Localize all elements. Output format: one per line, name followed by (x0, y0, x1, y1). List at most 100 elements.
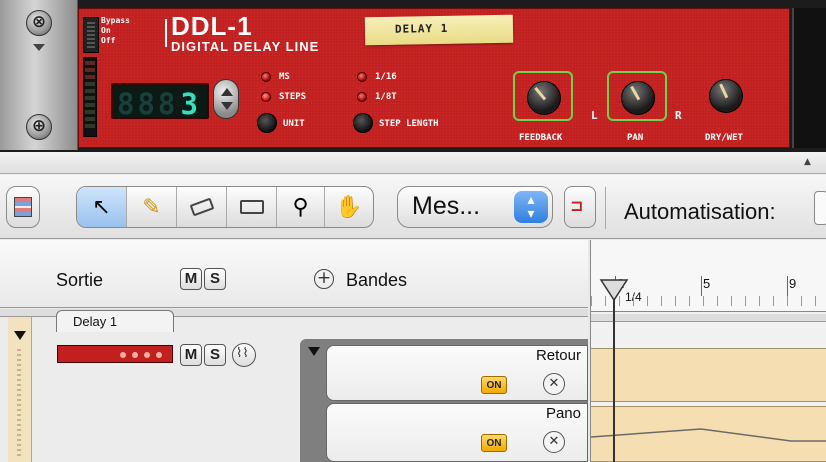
track-solo-button[interactable]: S (204, 344, 226, 366)
lane-name: Retour (535, 347, 581, 364)
on-label: On (101, 26, 111, 35)
patch-name-tape[interactable]: DELAY 1 (364, 14, 514, 46)
pan-label: PAN (627, 133, 644, 143)
rack-rail-left: ⊗ ⊕ (0, 0, 78, 150)
lcd-value: 3 (180, 87, 201, 121)
lcd-ghost-digits: 888 (117, 87, 179, 121)
screw-icon: ⊕ (26, 114, 52, 140)
collapse-lanes-icon[interactable] (308, 347, 320, 356)
fold-arrow-icon[interactable] (33, 44, 45, 51)
snap-toggle-button[interactable]: ⊐ (564, 186, 596, 228)
toolbar-separator (605, 187, 606, 229)
level-meter (83, 57, 97, 137)
step-length-label: STEP LENGTH (379, 119, 439, 129)
bar-tick (701, 276, 702, 296)
resize-handle-icon[interactable]: ▲ (804, 157, 811, 167)
razor-icon (239, 200, 264, 214)
dry-wet-label: DRY/WET (705, 133, 743, 143)
device-thumbnail[interactable] (57, 345, 173, 363)
ms-led (261, 72, 271, 82)
automation-button[interactable]: ⌇⌇ (232, 343, 256, 367)
collapse-track-icon[interactable] (14, 331, 26, 340)
splitter-bar[interactable]: ▲ (0, 152, 826, 174)
arrow-pointer-icon: ↖ (92, 194, 111, 220)
track-list-toggle-button[interactable] (6, 186, 40, 228)
track-name: Delay 1 (73, 314, 118, 329)
snap-icon: ⊐ (570, 196, 584, 215)
automation-label: Automatisation: (624, 199, 776, 224)
snap-value: Mes... (412, 192, 481, 220)
razor-tool[interactable] (227, 187, 277, 227)
dry-wet-knob-cap (709, 79, 743, 113)
bar-number: 5 (703, 276, 711, 291)
track-mute-button[interactable]: M (180, 344, 202, 366)
remove-lane-icon[interactable]: ✕ (543, 373, 565, 395)
remove-lane-icon[interactable]: ✕ (543, 431, 565, 453)
lane-on-button[interactable]: ON (481, 376, 507, 394)
hand-tool[interactable]: ✋ (325, 187, 373, 227)
track-name-tab[interactable]: Delay 1 (56, 310, 174, 332)
eraser-icon (189, 197, 214, 217)
master-solo-button[interactable]: S (204, 268, 226, 290)
retour-automation-lane[interactable] (591, 348, 826, 402)
delay-time-spinner[interactable] (213, 79, 239, 119)
playhead-marker-icon[interactable] (599, 278, 629, 302)
ddl1-device-panel: Bypass On Off DDL-1 DIGITAL DELAY LINE D… (78, 8, 790, 148)
step-1-16-led (357, 72, 367, 82)
pan-knob[interactable] (607, 71, 667, 121)
feedback-knob[interactable] (513, 71, 573, 121)
arrangement-timeline[interactable]: 1 1/4 5 9 (590, 240, 826, 462)
steps-led (261, 92, 271, 102)
eraser-tool[interactable] (177, 187, 227, 227)
lane-name: Pano (545, 405, 581, 422)
bypass-label: Bypass (101, 16, 130, 25)
popup-arrows-icon: ▴ ▾ (514, 191, 548, 223)
arrow-tool[interactable]: ↖ (77, 187, 127, 227)
lane-pano: Pano ON ✕ (326, 403, 588, 462)
pan-left-label: L (591, 109, 598, 122)
track-list: Delay 1 M S ⌇⌇ Retour ON ✕ Pano ON ✕ (0, 309, 588, 462)
device-title: DDL-1 (171, 11, 253, 41)
bypass-labels: Bypass On Off (101, 16, 130, 46)
track-list-icon (14, 197, 32, 217)
sequencer-toolbar: ↖ ✎ ⚲ ✋ Mes... ▴ ▾ ⊐ Automatisation: (0, 175, 826, 239)
zoom-tool[interactable]: ⚲ (277, 187, 325, 227)
pencil-tool[interactable]: ✎ (127, 187, 177, 227)
tracks-header: Sortie M S + Bandes (0, 240, 588, 308)
step-length-button[interactable] (353, 113, 373, 133)
bypass-switch[interactable] (83, 17, 99, 53)
ms-label: MS (279, 72, 290, 82)
tool-selector: ↖ ✎ ⚲ ✋ (76, 186, 374, 228)
add-lanes-icon[interactable]: + (314, 269, 334, 289)
lane-retour: Retour ON ✕ (326, 345, 588, 401)
step-1-8t-label: 1/8T (375, 92, 397, 102)
master-mute-button[interactable]: M (180, 268, 202, 290)
pencil-icon: ✎ (142, 194, 161, 220)
waveform-icon: ⌇⌇ (236, 346, 249, 361)
playhead[interactable] (613, 280, 615, 462)
lanes-panel: Retour ON ✕ Pano ON ✕ (300, 339, 588, 462)
output-label: Sortie (56, 270, 104, 290)
automation-popup-button[interactable] (814, 191, 826, 225)
fold-button-icon[interactable]: ⊗ (26, 10, 52, 36)
device-subtitle: DIGITAL DELAY LINE (171, 39, 320, 54)
lanes-label: Bandes (346, 270, 408, 290)
unit-label: UNIT (283, 119, 305, 129)
unit-button[interactable] (257, 113, 277, 133)
app-window: { "device": { "name": "DDL-1", "subtitle… (0, 0, 826, 462)
hand-icon: ✋ (335, 194, 363, 220)
bar-number: 9 (789, 276, 797, 291)
step-1-8t-led (357, 92, 367, 102)
bar-tick (787, 276, 788, 296)
step-1-16-label: 1/16 (375, 72, 397, 82)
pan-automation-curve (591, 428, 826, 442)
lane-on-button[interactable]: ON (481, 434, 507, 452)
pan-right-label: R (675, 109, 682, 122)
pano-automation-lane[interactable] (591, 406, 826, 462)
dry-wet-knob[interactable] (697, 71, 757, 121)
pan-knob-cap (621, 81, 655, 115)
patch-name: DELAY 1 (394, 21, 449, 36)
snap-popup[interactable]: Mes... ▴ ▾ (397, 186, 553, 228)
lane-gap (591, 314, 826, 322)
feedback-label: FEEDBACK (519, 133, 563, 143)
